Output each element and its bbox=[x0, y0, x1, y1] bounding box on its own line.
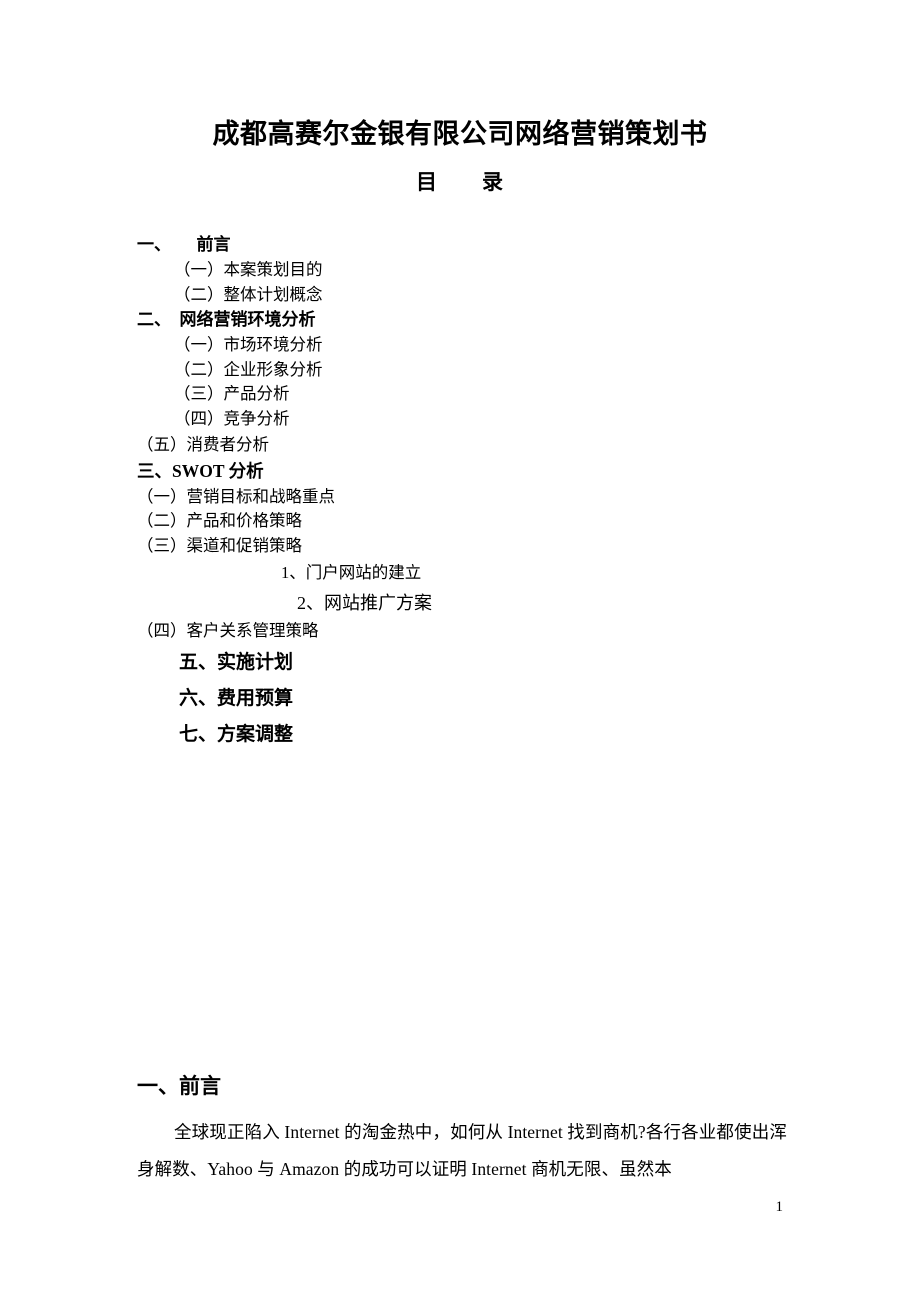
page-title: 成都高赛尔金银有限公司网络营销策划书 bbox=[212, 119, 708, 150]
toc-entry[interactable]: 2、网站推广方案 bbox=[137, 588, 797, 619]
toc-entry[interactable]: （四）客户关系管理策略 bbox=[137, 619, 797, 644]
toc-entry[interactable]: （四）竞争分析 bbox=[137, 407, 797, 432]
table-of-contents-title: 目 录 bbox=[416, 170, 504, 194]
section-heading-preface: 一、前言 bbox=[137, 1074, 221, 1098]
toc-entry[interactable]: （二）整体计划概念 bbox=[137, 283, 797, 308]
toc-entry[interactable]: 五、实施计划 bbox=[137, 644, 797, 680]
toc-entry[interactable]: 1、门户网站的建立 bbox=[137, 558, 797, 588]
preface-paragraph: 全球现正陷入 Internet 的淘金热中，如何从 Internet 找到商机?… bbox=[137, 1122, 787, 1179]
toc-entry[interactable]: （三）产品分析 bbox=[137, 382, 797, 407]
toc-entry[interactable]: （一）市场环境分析 bbox=[137, 333, 797, 358]
toc-entry[interactable]: （五）消费者分析 bbox=[137, 433, 797, 458]
toc-entry[interactable]: （二）企业形象分析 bbox=[137, 358, 797, 383]
toc-entry[interactable]: 七、方案调整 bbox=[137, 716, 797, 752]
toc-entry[interactable]: 六、费用预算 bbox=[137, 680, 797, 716]
toc-entry[interactable]: （三）渠道和促销策略 bbox=[137, 534, 797, 559]
toc-entry[interactable]: （一）营销目标和战略重点 bbox=[137, 485, 797, 510]
document-page: 成都高赛尔金银有限公司网络营销策划书 目 录 一、 前言 （一）本案策划目的 （二）… bbox=[0, 0, 920, 1302]
toc-entry[interactable]: （一）本案策划目的 bbox=[137, 258, 797, 283]
toc-entry[interactable]: 一、 前言 bbox=[137, 232, 797, 258]
toc-entry[interactable]: 三、SWOT 分析 bbox=[137, 458, 797, 485]
page-number: 1 bbox=[775, 1199, 784, 1215]
toc-entry[interactable]: 二、 网络营销环境分析 bbox=[137, 307, 797, 333]
table-of-contents: 一、 前言 （一）本案策划目的 （二）整体计划概念 二、 网络营销环境分析 （一）市场环… bbox=[137, 232, 797, 752]
toc-entry[interactable]: （二）产品和价格策略 bbox=[137, 509, 797, 534]
